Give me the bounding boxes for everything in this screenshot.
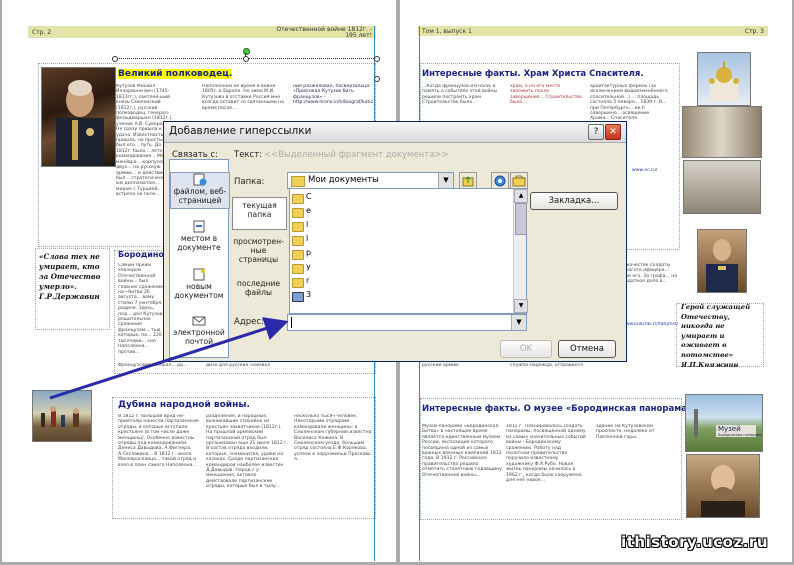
document-spread: Стр. 2 Отечественной войне 1812г. - 195 … — [0, 0, 794, 565]
annotation-arrow — [49, 317, 289, 400]
watermark: ithistory.ucoz.ru — [621, 533, 768, 551]
